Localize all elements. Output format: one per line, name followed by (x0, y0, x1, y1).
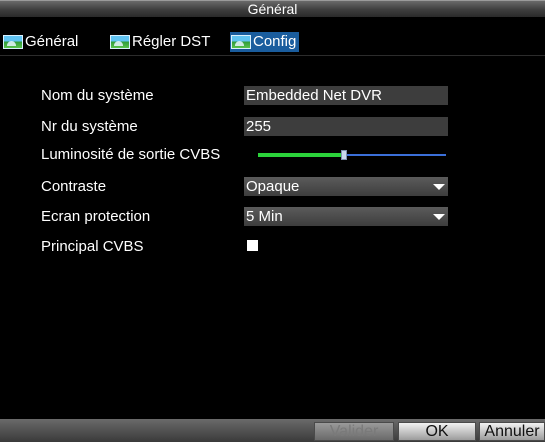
slider-fill (258, 153, 344, 157)
contrast-select[interactable]: Opaque (244, 177, 448, 196)
tab-general[interactable]: Général (2, 32, 81, 52)
cancel-button[interactable]: Annuler (479, 422, 545, 441)
window-title: Général (0, 0, 545, 17)
screensaver-select[interactable]: 5 Min (244, 207, 448, 226)
landscape-icon (3, 35, 23, 49)
tab-general-label: Général (25, 33, 79, 50)
contrast-selected-value: Opaque (246, 178, 300, 195)
tab-bar: Général Régler DST Config (0, 17, 545, 55)
screensaver-label: Ecran protection (41, 208, 151, 225)
landscape-icon (110, 35, 130, 49)
system-number-field[interactable]: 255 (244, 117, 448, 136)
tab-divider (0, 55, 545, 56)
tab-dst-label: Régler DST (132, 33, 211, 50)
apply-button[interactable]: Valider (314, 422, 394, 441)
cvbs-brightness-slider[interactable] (258, 150, 446, 160)
slider-thumb[interactable] (341, 150, 347, 160)
system-name-label: Nom du système (41, 87, 154, 104)
tab-dst[interactable]: Régler DST (109, 32, 213, 52)
tab-config-label: Config (253, 33, 297, 50)
main-cvbs-checkbox[interactable] (247, 240, 258, 251)
config-dialog: Général Général Régler DST Config Nom du… (0, 0, 545, 442)
button-bar: Valider OK Annuler (0, 419, 545, 442)
chevron-down-icon (433, 214, 445, 220)
screensaver-selected-value: 5 Min (246, 208, 283, 225)
tab-config[interactable]: Config (230, 32, 300, 52)
cvbs-brightness-label: Luminosité de sortie CVBS (41, 146, 221, 163)
system-number-label: Nr du système (41, 118, 138, 135)
contrast-label: Contraste (41, 178, 107, 195)
chevron-down-icon (433, 184, 445, 190)
ok-button[interactable]: OK (398, 422, 476, 441)
main-cvbs-label: Principal CVBS (41, 238, 144, 255)
system-name-field[interactable]: Embedded Net DVR (244, 86, 448, 105)
landscape-icon (231, 35, 251, 49)
